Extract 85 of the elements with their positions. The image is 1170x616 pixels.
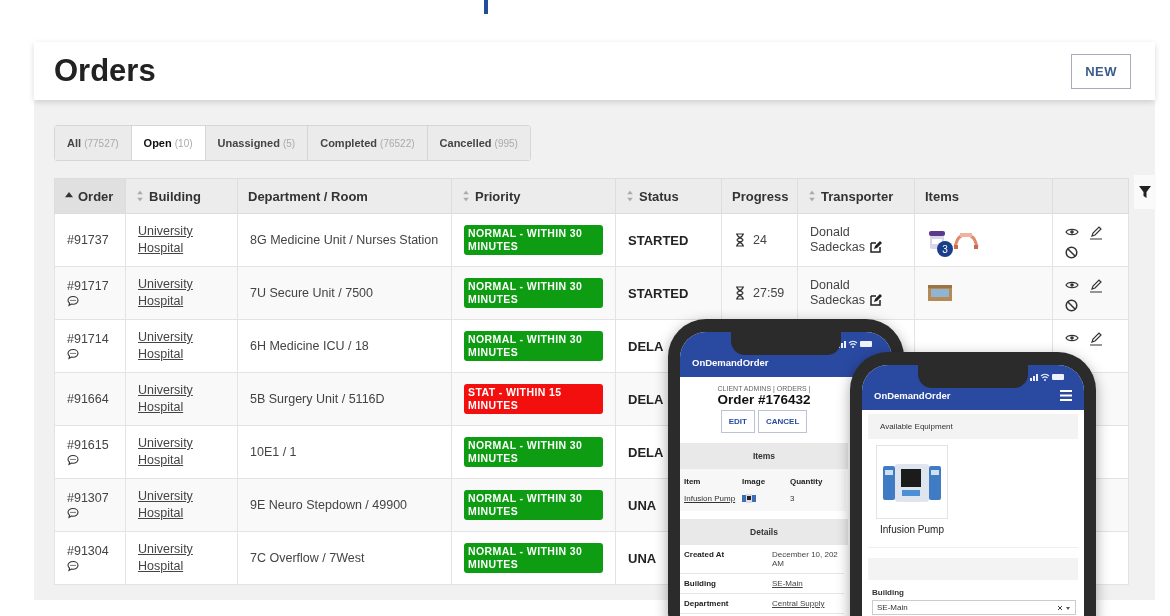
accent-bar — [484, 0, 488, 14]
priority-badge: NORMAL - WITHIN 30 MINUTES — [464, 331, 603, 361]
order-number: #91737 — [67, 233, 109, 247]
column-header: Department / Room — [237, 178, 452, 214]
order-number: #91717 — [67, 279, 109, 293]
column-header: Items — [914, 178, 1053, 214]
field-label: Building — [872, 588, 905, 597]
priority-badge: STAT - WITHIN 15 MINUTES — [464, 384, 603, 414]
action-button[interactable]: EDIT — [720, 410, 755, 433]
table-cell-text: 3 — [790, 494, 796, 503]
edit-button[interactable] — [1089, 226, 1103, 240]
detail-label: Department — [680, 594, 768, 614]
detail-value: December 10, 202 AM — [768, 545, 844, 574]
hourglass-icon — [734, 286, 746, 300]
table-cell: 8G Medicine Unit / Nurses Station — [237, 213, 452, 267]
status-text: STARTED — [628, 232, 689, 248]
priority-badge: NORMAL - WITHIN 30 MINUTES — [464, 543, 603, 573]
status-text: UNA — [628, 497, 657, 513]
detail-link[interactable]: SE-Main — [768, 574, 844, 594]
column-header: Priority — [451, 178, 616, 214]
table-cell: 7C Overflow / 7West — [237, 531, 452, 585]
table-cell: 6H Medicine ICU / 18 — [237, 319, 452, 373]
select-field[interactable]: SE-Main — [872, 600, 1076, 615]
menu-button[interactable] — [1060, 390, 1072, 401]
table-cell: 5B Surgery Unit / 5116D — [237, 372, 452, 426]
cancel-button[interactable] — [1065, 299, 1079, 313]
priority-badge: NORMAL - WITHIN 30 MINUTES — [464, 278, 603, 308]
column-header: Building — [125, 178, 238, 214]
clear-dropdown-icon — [1057, 604, 1071, 611]
column-header: Quantity — [790, 477, 824, 486]
progress-time: 24 — [753, 233, 767, 247]
hourglass-icon — [734, 233, 746, 247]
column-header: Status — [615, 178, 722, 214]
column-header: Item — [684, 477, 702, 486]
column-header: Progress — [721, 178, 798, 214]
new-button[interactable]: NEW — [1071, 53, 1131, 89]
app-title: OnDemandOrder — [692, 357, 769, 368]
order-number: #91307 — [67, 491, 109, 505]
item-link[interactable]: Infusion Pump — [684, 494, 736, 503]
order-title: Order #176432 — [716, 392, 812, 407]
filter-button[interactable] — [1134, 175, 1156, 209]
detail-label: Building — [680, 574, 768, 594]
app-title: OnDemandOrder — [874, 390, 951, 401]
status-text: STARTED — [628, 285, 689, 301]
filter-tab[interactable]: Completed (76522) — [308, 126, 428, 160]
action-button[interactable]: CANCEL — [757, 410, 808, 433]
column-header: Order — [54, 178, 126, 214]
transporter-name: Donald Sadeckas — [810, 278, 865, 307]
detail-label: Created At — [680, 545, 768, 574]
filter-tab[interactable]: All (77527) — [55, 126, 132, 160]
section-header: Items — [680, 443, 848, 469]
priority-badge: NORMAL - WITHIN 30 MINUTES — [464, 490, 603, 520]
column-header: Transporter — [797, 178, 915, 214]
table-cell: 10E1 / 1 — [237, 425, 452, 479]
edit-button[interactable] — [1089, 332, 1103, 346]
priority-badge: NORMAL - WITHIN 30 MINUTES — [464, 437, 603, 467]
detail-link[interactable]: Central Supply — [768, 594, 844, 614]
order-number: #91714 — [67, 332, 109, 346]
edit-button[interactable] — [1089, 279, 1103, 293]
section-header: Available Equipment — [868, 414, 1078, 439]
filter-icon — [1138, 185, 1152, 199]
order-number: #91615 — [67, 438, 109, 452]
order-number: #91304 — [67, 544, 109, 558]
cancel-button[interactable] — [1065, 246, 1079, 260]
priority-badge: NORMAL - WITHIN 30 MINUTES — [464, 225, 603, 255]
filter-tab[interactable]: Cancelled (995) — [427, 126, 530, 160]
count-badge: 3 — [937, 241, 953, 257]
order-number: #91664 — [67, 392, 109, 406]
progress-time: 27:59 — [753, 286, 785, 300]
status-text: DELA — [628, 338, 664, 354]
edit-button[interactable] — [868, 293, 882, 306]
table-cell: 9E Neuro Stepdown / 49900 — [237, 478, 452, 532]
page-title: Orders — [54, 53, 156, 89]
edit-button[interactable] — [868, 240, 882, 253]
filter-tab[interactable]: Open (10) — [131, 126, 206, 160]
status-bar-icon — [838, 340, 874, 348]
status-text: UNA — [628, 550, 657, 566]
section-header: Details — [680, 519, 848, 545]
status-text: DELA — [628, 444, 664, 460]
status-bar-icon — [1030, 373, 1066, 381]
filter-tab[interactable]: Unassigned (5) — [205, 126, 309, 160]
table-cell: 7U Secure Unit / 7500 — [237, 266, 452, 320]
status-text: DELA — [628, 391, 664, 407]
transporter-name: Donald Sadeckas — [810, 225, 865, 254]
column-header: Image — [742, 477, 767, 486]
